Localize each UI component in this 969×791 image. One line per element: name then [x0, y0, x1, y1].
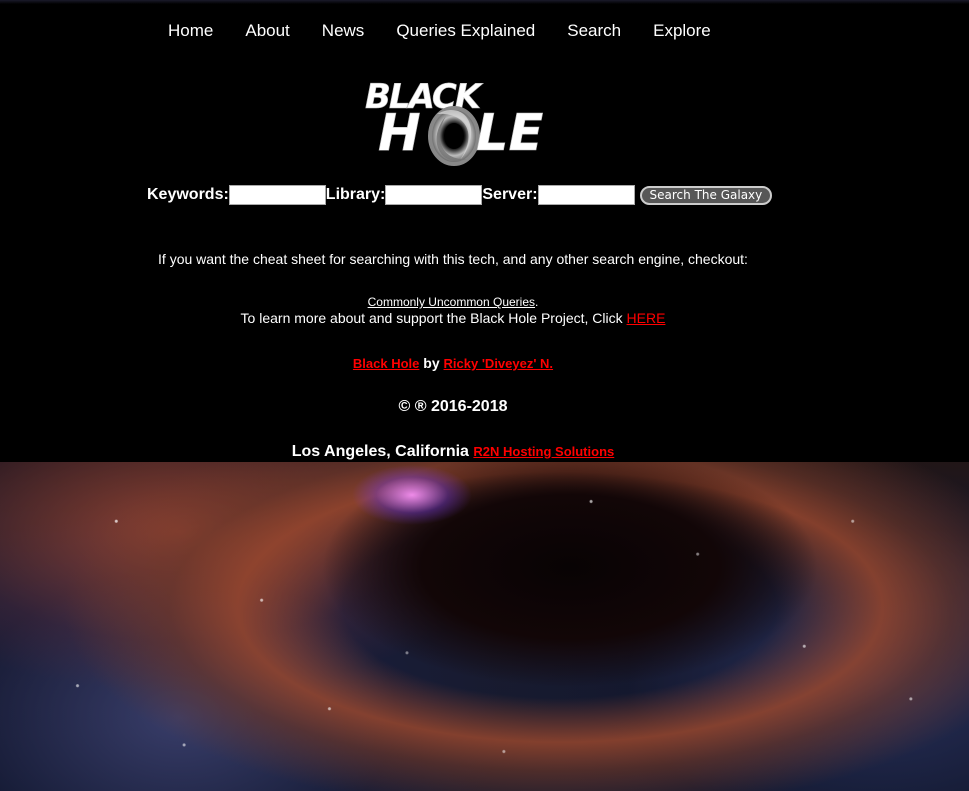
by-text: by: [419, 355, 444, 371]
top-border: [0, 0, 969, 4]
logo-le-text: LE: [476, 104, 543, 163]
nav-search[interactable]: Search: [567, 18, 621, 44]
black-header-panel: [0, 0, 969, 462]
page: Home About News Queries Explained Search…: [0, 0, 969, 791]
black-hole-icon: [428, 106, 480, 166]
keywords-input[interactable]: [228, 185, 326, 205]
location-line: Los Angeles, California R2N Hosting Solu…: [0, 443, 906, 461]
project-credit: Black Hole by Ricky 'Diveyez' N.: [0, 355, 906, 371]
logo-h-text: H: [378, 104, 421, 163]
main-navigation: Home About News Queries Explained Search…: [168, 18, 711, 44]
commonly-uncommon-queries-link[interactable]: Commonly Uncommon Queries: [368, 295, 535, 309]
nav-explore[interactable]: Explore: [653, 18, 711, 44]
learn-more-line: To learn more about and support the Blac…: [0, 310, 906, 326]
learn-more-text: To learn more about and support the Blac…: [240, 310, 627, 326]
commonly-uncommon-queries-line: Commonly Uncommon Queries.: [0, 295, 906, 309]
galaxy-background-image: [0, 462, 969, 791]
black-hole-logo: BLACK H LE: [360, 77, 550, 178]
library-input[interactable]: [385, 185, 483, 205]
search-the-galaxy-button[interactable]: Search The Galaxy: [639, 185, 773, 205]
search-form: Keywords: Library: Server: Search The Ga…: [147, 184, 773, 206]
location-text: Los Angeles, California: [291, 443, 474, 460]
hosting-link[interactable]: R2N Hosting Solutions: [473, 444, 614, 459]
nav-news[interactable]: News: [322, 18, 365, 44]
nav-home[interactable]: Home: [168, 18, 213, 44]
author-link[interactable]: Ricky 'Diveyez' N.: [444, 356, 554, 371]
library-label: Library:: [325, 186, 386, 203]
copyright-text: © ® 2016-2018: [398, 398, 508, 415]
server-input[interactable]: [537, 185, 635, 205]
nav-about[interactable]: About: [245, 18, 289, 44]
cheat-sheet-message: If you want the cheat sheet for searchin…: [158, 251, 748, 267]
period-text: .: [535, 295, 539, 309]
server-label: Server:: [482, 186, 538, 203]
black-hole-project-link[interactable]: Black Hole: [353, 356, 419, 371]
keywords-label: Keywords:: [147, 186, 229, 203]
here-link[interactable]: HERE: [627, 310, 666, 326]
nav-queries-explained[interactable]: Queries Explained: [396, 18, 535, 44]
black-hole-logo-graphic: BLACK H LE: [365, 77, 544, 166]
